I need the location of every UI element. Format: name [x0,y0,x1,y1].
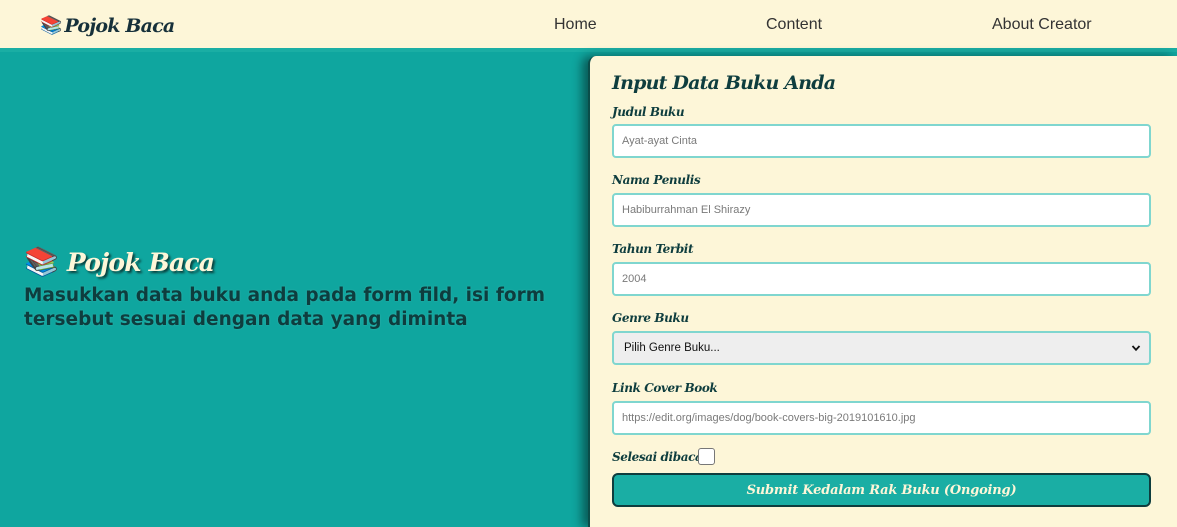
hero-description: Masukkan data buku anda pada form fild, … [24,285,545,330]
books-icon: 📚 [40,15,63,36]
navbar: 📚 Pojok Baca Home Content About Creator [0,0,1177,52]
judul-buku-input[interactable] [612,124,1151,158]
form-title: Input Data Buku Anda [612,72,836,94]
hero-section: 📚 Pojok Baca Masukkan data buku anda pad… [24,246,564,332]
nav-link-content[interactable]: Content [766,16,822,34]
hero-title-text: Pojok Baca [66,247,215,277]
nav-link-about-creator[interactable]: About Creator [992,16,1092,34]
nama-penulis-label: Nama Penulis [612,173,701,187]
brand-name: Pojok Baca [64,15,175,37]
genre-buku-select[interactable]: Pilih Genre Buku... [612,331,1151,365]
judul-buku-label: Judul Buku [612,105,685,119]
genre-buku-label: Genre Buku [612,311,689,325]
hero-title: 📚 Pojok Baca [24,246,564,278]
tahun-terbit-label: Tahun Terbit [612,242,694,256]
nama-penulis-input[interactable] [612,193,1151,227]
genre-selected-value: Pilih Genre Buku... [624,342,720,354]
chevron-down-icon [1131,345,1141,352]
selesai-dibaca-checkbox[interactable] [698,448,715,465]
books-icon: 📚 [24,245,59,278]
submit-button[interactable]: Submit Kedalam Rak Buku (Ongoing) [612,473,1151,507]
nav-link-home[interactable]: Home [554,16,597,34]
tahun-terbit-input[interactable] [612,262,1151,296]
link-cover-label: Link Cover Book [612,381,718,395]
brand-logo[interactable]: 📚 Pojok Baca [40,13,175,39]
book-form-card: Input Data Buku Anda Judul Buku Nama Pen… [588,56,1177,527]
selesai-dibaca-label: Selesai dibaca [612,450,703,464]
link-cover-input[interactable] [612,401,1151,435]
